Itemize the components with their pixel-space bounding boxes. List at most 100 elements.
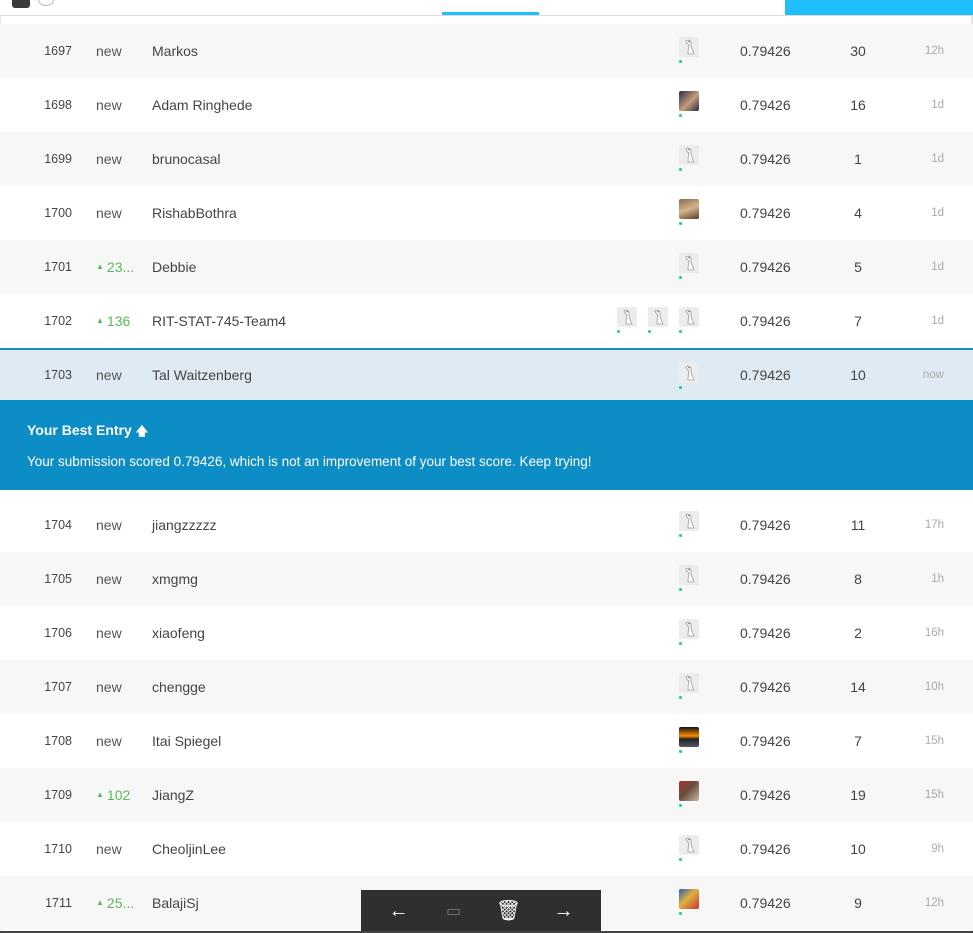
submit-predictions-button[interactable] <box>785 0 973 15</box>
last-submission-cell: now <box>922 369 944 381</box>
rank-change-value: 136 <box>106 313 131 329</box>
rank-change-value: new <box>96 625 122 641</box>
team-name-link[interactable]: CheoljinLee <box>152 822 592 876</box>
rank-cell: 1701 <box>44 260 72 274</box>
banner-gap <box>0 490 973 498</box>
team-name-link[interactable]: Markos <box>152 24 592 78</box>
team-member-avatar[interactable] <box>679 511 699 531</box>
score-cell: 0.79426 <box>740 313 791 329</box>
rank-cell: 1702 <box>44 314 72 328</box>
team-member-avatar[interactable] <box>679 37 699 57</box>
last-submission-cell: 16h <box>924 627 944 639</box>
entries-cell: 14 <box>850 679 866 695</box>
table-row[interactable]: 1706 new xiaofeng 0.79426 2 16h <box>0 606 973 660</box>
team-member-avatar[interactable] <box>617 307 637 327</box>
table-row[interactable]: 1707 new chengge 0.79426 14 10h <box>0 660 973 714</box>
rank-change-value: new <box>96 733 122 749</box>
team-name-link[interactable]: Debbie <box>152 240 592 294</box>
table-row[interactable]: 1702 ▲ 136 RIT-STAT-745-Team4 0.79426 7 1d <box>0 294 973 348</box>
team-name-link[interactable]: jiangzzzzz <box>152 498 592 552</box>
table-row[interactable]: 1710 new CheoljinLee 0.79426 10 9h <box>0 822 973 876</box>
entries-cell: 19 <box>850 787 866 803</box>
rank-cell: 1704 <box>44 518 72 532</box>
team-member-avatar[interactable] <box>679 199 699 219</box>
score-cell: 0.79426 <box>740 259 791 275</box>
team-name-link[interactable]: Tal Waitzenberg <box>152 350 592 400</box>
rank-change-value: new <box>96 205 122 221</box>
team-member-avatar[interactable] <box>679 253 699 273</box>
team-name-link[interactable]: RishabBothra <box>152 186 592 240</box>
best-entry-title-text: Your Best Entry <box>27 422 132 438</box>
team-member-avatar[interactable] <box>679 565 699 585</box>
list-view-icon[interactable] <box>12 0 30 8</box>
entries-cell: 10 <box>850 367 866 383</box>
rank-change-value: 102 <box>106 787 131 803</box>
table-row[interactable]: 1701 ▲ 23... Debbie 0.79426 5 1d <box>0 240 973 294</box>
comment-icon[interactable]: ▭ <box>434 890 474 933</box>
rank-cell: 1709 <box>44 788 72 802</box>
table-row[interactable]: 1698 new Adam Ringhede 0.79426 16 1d <box>0 78 973 132</box>
score-cell: 0.79426 <box>740 517 791 533</box>
table-row[interactable]: 1708 new Itai Spiegel 0.79426 7 15h <box>0 714 973 768</box>
team-name-link[interactable]: brunocasal <box>152 132 592 186</box>
rank-change-value: new <box>96 151 122 167</box>
online-status-dot <box>679 168 682 171</box>
online-status-dot <box>679 222 682 225</box>
team-member-avatar[interactable] <box>679 145 699 165</box>
team-member-avatar[interactable] <box>679 781 699 801</box>
rank-cell: 1700 <box>44 206 72 220</box>
team-name-link[interactable]: xmgmg <box>152 552 592 606</box>
rank-change-value: new <box>96 43 122 59</box>
team-member-avatar[interactable] <box>679 889 699 909</box>
team-name-link[interactable]: Itai Spiegel <box>152 714 592 768</box>
table-row[interactable]: 1697 new Markos 0.79426 30 12h <box>0 24 973 78</box>
grid-view-icon[interactable] <box>38 0 54 6</box>
team-member-avatar[interactable] <box>679 91 699 111</box>
score-cell: 0.79426 <box>740 625 791 641</box>
entries-cell: 7 <box>854 733 862 749</box>
table-row[interactable]: 1700 new RishabBothra 0.79426 4 1d <box>0 186 973 240</box>
team-member-avatar[interactable] <box>648 307 668 327</box>
leaderboard-rows-before: 1697 new Markos 0.79426 30 12h 1698 new Adam Rin… <box>0 24 973 348</box>
entries-cell: 10 <box>850 841 866 857</box>
team-member-avatar[interactable] <box>679 835 699 855</box>
team-name-link[interactable]: RIT-STAT-745-Team4 <box>152 294 592 348</box>
rank-change-cell: ▲ 23... <box>96 240 140 294</box>
table-row[interactable]: 1709 ▲ 102 JiangZ 0.79426 19 15h <box>0 768 973 822</box>
entries-cell: 30 <box>850 43 866 59</box>
media-toolbar: ← ▭ 🗑 → <box>361 890 601 933</box>
rank-change-value: new <box>96 517 122 533</box>
back-arrow-button[interactable]: ← <box>379 890 419 933</box>
score-cell: 0.79426 <box>740 205 791 221</box>
team-member-avatar[interactable] <box>679 727 699 747</box>
online-status-dot <box>679 750 682 753</box>
team-name-link[interactable]: JiangZ <box>152 768 592 822</box>
delete-icon[interactable]: 🗑 <box>489 890 529 933</box>
team-name-link[interactable]: chengge <box>152 660 592 714</box>
team-name-link[interactable]: xiaofeng <box>152 606 592 660</box>
rank-change-value: new <box>96 571 122 587</box>
leaderboard-rows-after: 1704 new jiangzzzzz 0.79426 11 17h 1705 new xmgm… <box>0 498 973 930</box>
team-member-avatar[interactable] <box>679 673 699 693</box>
score-cell: 0.79426 <box>740 571 791 587</box>
table-row[interactable]: 1699 new brunocasal 0.79426 1 1d <box>0 132 973 186</box>
online-status-dot <box>679 276 682 279</box>
last-submission-cell: 1h <box>931 573 944 585</box>
top-navigation-bar <box>0 0 973 16</box>
rank-change-cell: new <box>96 552 140 606</box>
last-submission-cell: 15h <box>924 789 944 801</box>
table-row[interactable]: 1705 new xmgmg 0.79426 8 1h <box>0 552 973 606</box>
entries-cell: 7 <box>854 313 862 329</box>
forward-arrow-button[interactable]: → <box>544 890 584 933</box>
last-submission-cell: 15h <box>924 735 944 747</box>
entries-cell: 4 <box>854 205 862 221</box>
my-leaderboard-row[interactable]: 1703 new Tal Waitzenberg 0.79426 10 now <box>0 348 973 400</box>
rank-change-cell: new <box>96 660 140 714</box>
online-status-dot <box>679 114 682 117</box>
team-member-avatar[interactable] <box>679 307 699 327</box>
table-row[interactable]: 1704 new jiangzzzzz 0.79426 11 17h <box>0 498 973 552</box>
team-name-link[interactable]: Adam Ringhede <box>152 78 592 132</box>
rank-change-cell: new <box>96 714 140 768</box>
team-member-avatar[interactable] <box>679 363 699 383</box>
team-member-avatar[interactable] <box>679 619 699 639</box>
